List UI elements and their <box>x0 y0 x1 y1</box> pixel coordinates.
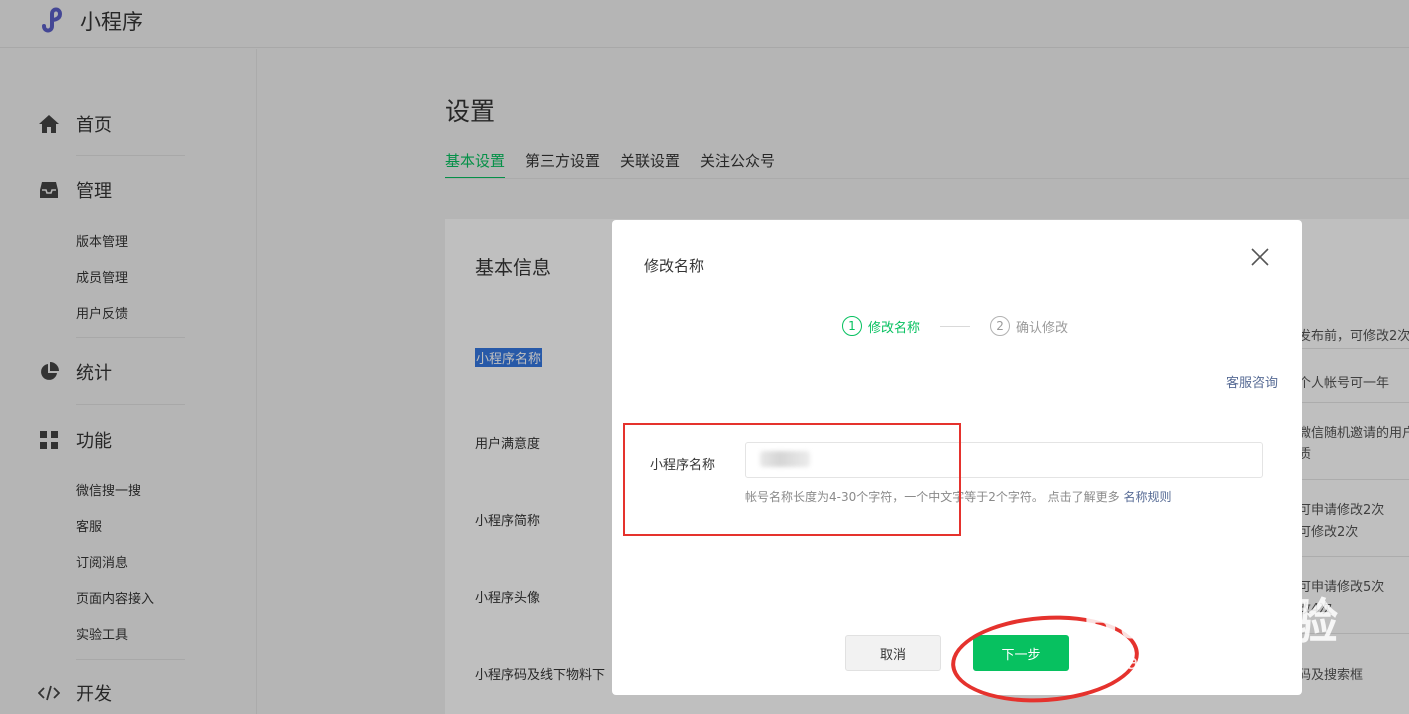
step-number: 1 <box>842 316 862 336</box>
cancel-button[interactable]: 取消 <box>845 635 941 671</box>
step-label: 修改名称 <box>868 320 921 336</box>
step-1: 1 修改名称 <box>842 316 920 336</box>
annotation-rectangle <box>623 423 961 536</box>
close-icon <box>1251 248 1269 266</box>
customer-service-link[interactable]: 客服咨询 <box>1226 372 1278 391</box>
name-rules-link[interactable]: 名称规则 <box>1124 490 1172 504</box>
step-number: 2 <box>990 316 1011 336</box>
step-connector <box>940 325 971 327</box>
dialog-title: 修改名称 <box>644 257 705 275</box>
step-indicator: 1 修改名称 2 确认修改 <box>842 316 1068 336</box>
watermark-url: jingyan.baidu.com <box>1078 650 1263 674</box>
close-button[interactable] <box>1248 245 1272 269</box>
step-2: 2 确认修改 <box>990 316 1068 336</box>
watermark-logo: Baidu经验 <box>1082 594 1339 650</box>
step-label: 确认修改 <box>1016 320 1069 336</box>
